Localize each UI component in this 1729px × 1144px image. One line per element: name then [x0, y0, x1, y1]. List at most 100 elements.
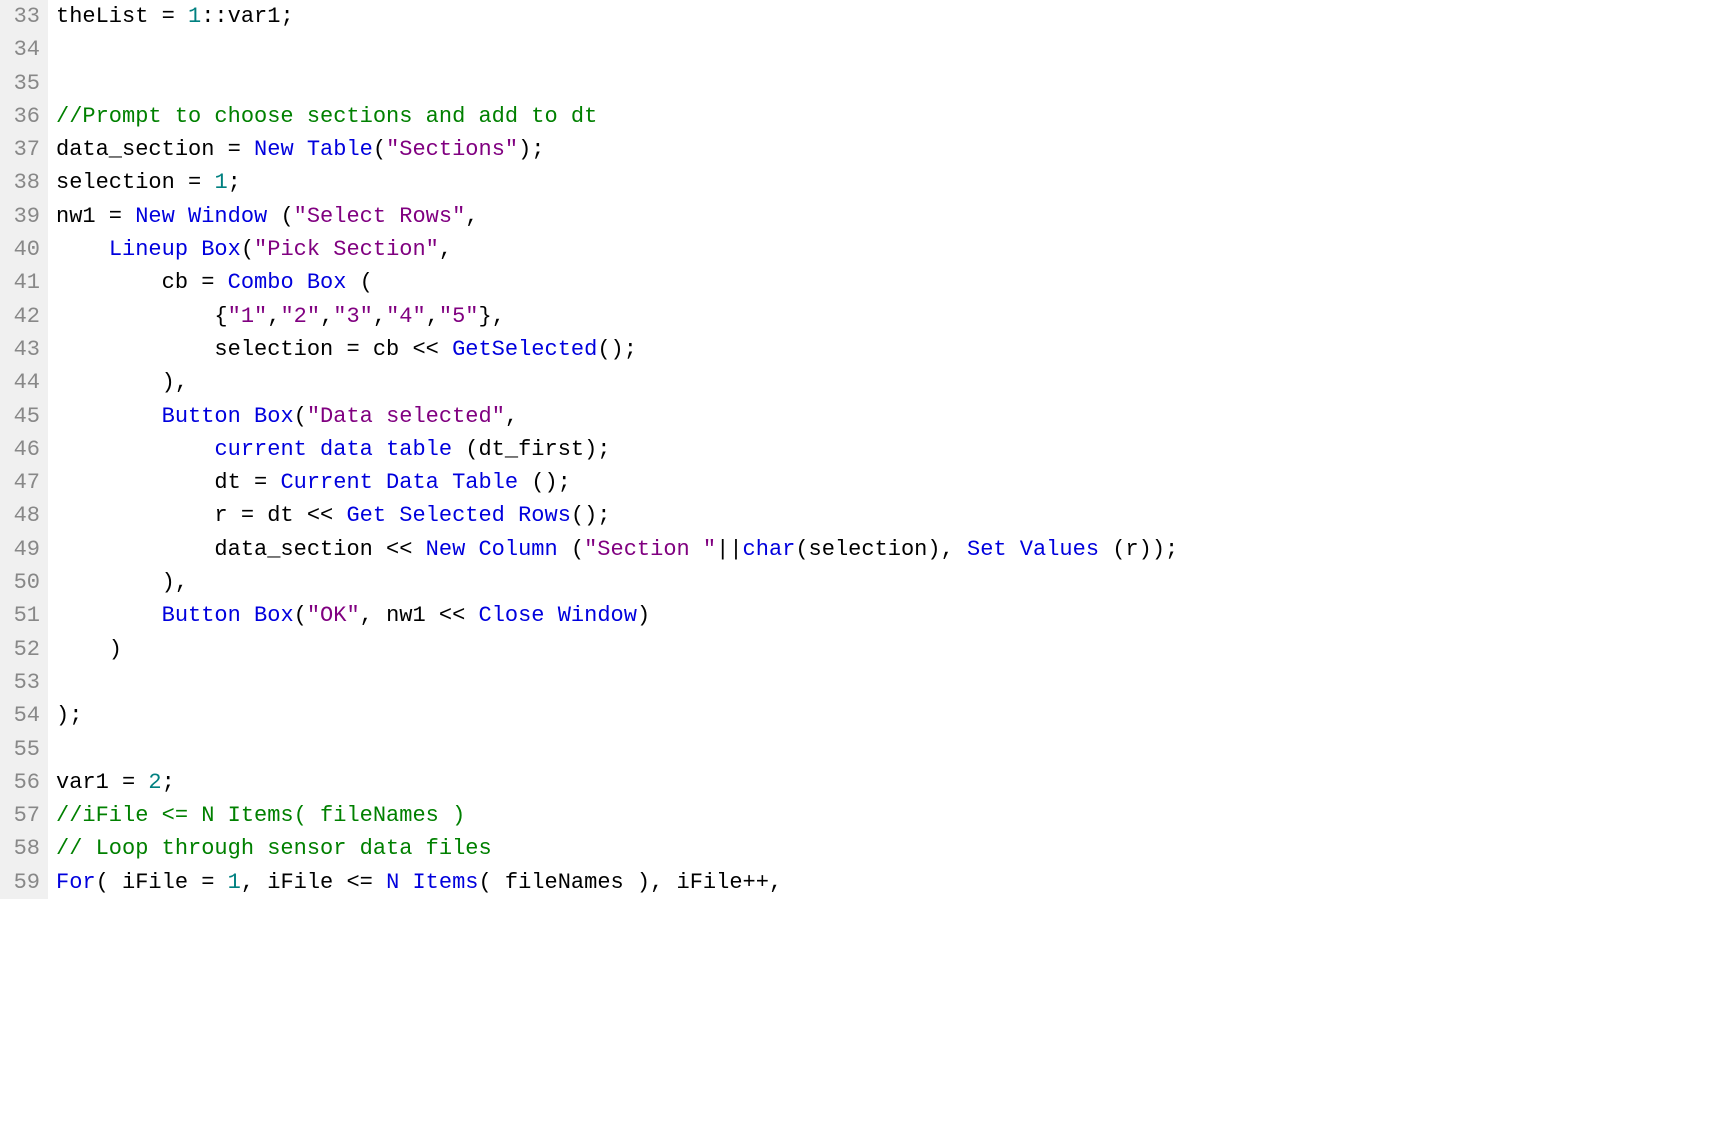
code-token: , iFile <=	[241, 870, 386, 895]
line-number: 57	[4, 799, 40, 832]
code-token: ),	[56, 370, 188, 395]
code-token: selection = cb <<	[56, 337, 452, 362]
code-token: 1	[188, 4, 201, 29]
code-line: r = dt << Get Selected Rows();	[56, 499, 1729, 532]
code-token: New Column	[426, 537, 558, 562]
code-token: Get Selected Rows	[346, 503, 570, 528]
code-token: (	[373, 137, 386, 162]
code-token	[56, 237, 109, 262]
code-token: ),	[56, 570, 188, 595]
code-token: ;	[162, 770, 175, 795]
code-token: (	[346, 270, 372, 295]
code-token: "Pick Section"	[254, 237, 439, 262]
code-line: ),	[56, 566, 1729, 599]
code-token: "Sections"	[386, 137, 518, 162]
code-token: },	[479, 304, 505, 329]
code-token: ( iFile =	[96, 870, 228, 895]
code-line: //Prompt to choose sections and add to d…	[56, 100, 1729, 133]
code-line: cb = Combo Box (	[56, 266, 1729, 299]
code-token: ( fileNames ), iFile++,	[479, 870, 783, 895]
code-token: ;	[228, 170, 241, 195]
code-token: data_section =	[56, 137, 254, 162]
code-token: , nw1 <<	[360, 603, 479, 628]
code-token: ();	[518, 470, 571, 495]
code-token: (	[267, 204, 293, 229]
code-token: "1"	[228, 304, 268, 329]
line-number: 33	[4, 0, 40, 33]
line-number-gutter: 3334353637383940414243444546474849505152…	[0, 0, 48, 899]
code-token: selection =	[56, 170, 214, 195]
code-token: data_section <<	[56, 537, 426, 562]
code-token: {	[56, 304, 228, 329]
code-token: theList =	[56, 4, 188, 29]
code-token: ::var1;	[201, 4, 293, 29]
code-token: var1 =	[56, 770, 148, 795]
code-line: current data table (dt_first);	[56, 433, 1729, 466]
line-number: 48	[4, 499, 40, 532]
line-number: 39	[4, 200, 40, 233]
code-line: // Loop through sensor data files	[56, 832, 1729, 865]
code-line: ),	[56, 366, 1729, 399]
line-number: 46	[4, 433, 40, 466]
code-line: //iFile <= N Items( fileNames )	[56, 799, 1729, 832]
line-number: 49	[4, 533, 40, 566]
code-token	[56, 603, 162, 628]
line-number: 51	[4, 599, 40, 632]
code-line: data_section << New Column ("Section "||…	[56, 533, 1729, 566]
code-token: New Table	[254, 137, 373, 162]
line-number: 38	[4, 166, 40, 199]
code-token: r = dt <<	[56, 503, 346, 528]
code-line	[56, 666, 1729, 699]
line-number: 59	[4, 866, 40, 899]
code-line: data_section = New Table("Sections");	[56, 133, 1729, 166]
code-token: Close Window	[479, 603, 637, 628]
line-number: 41	[4, 266, 40, 299]
code-token: current data table	[214, 437, 452, 462]
line-number: 53	[4, 666, 40, 699]
code-token: (	[558, 537, 584, 562]
code-token: "Section "	[584, 537, 716, 562]
code-token: (r));	[1099, 537, 1178, 562]
code-token: New Window	[135, 204, 267, 229]
line-number: 54	[4, 699, 40, 732]
line-number: 47	[4, 466, 40, 499]
code-token: GetSelected	[452, 337, 597, 362]
code-line: )	[56, 633, 1729, 666]
code-token: (	[241, 237, 254, 262]
code-token	[56, 437, 214, 462]
code-token: //iFile <= N Items( fileNames )	[56, 803, 465, 828]
code-token: ||	[716, 537, 742, 562]
code-token: ,	[320, 304, 333, 329]
code-line: For( iFile = 1, iFile <= N Items( fileNa…	[56, 866, 1729, 899]
code-token: Button Box	[162, 603, 294, 628]
code-line: Lineup Box("Pick Section",	[56, 233, 1729, 266]
code-line	[56, 733, 1729, 766]
code-token: ();	[597, 337, 637, 362]
code-token	[56, 404, 162, 429]
code-token: )	[637, 603, 650, 628]
code-token: (selection),	[795, 537, 967, 562]
line-number: 37	[4, 133, 40, 166]
code-token: (	[294, 404, 307, 429]
line-number: 42	[4, 300, 40, 333]
line-number: 55	[4, 733, 40, 766]
code-token: Current Data Table	[280, 470, 518, 495]
line-number: 45	[4, 400, 40, 433]
code-line: {"1","2","3","4","5"},	[56, 300, 1729, 333]
line-number: 44	[4, 366, 40, 399]
code-token: Button Box	[162, 404, 294, 429]
code-line: Button Box("OK", nw1 << Close Window)	[56, 599, 1729, 632]
line-number: 35	[4, 67, 40, 100]
code-token: "Data selected"	[307, 404, 505, 429]
code-line: dt = Current Data Table ();	[56, 466, 1729, 499]
line-number: 56	[4, 766, 40, 799]
line-number: 36	[4, 100, 40, 133]
code-token: );	[56, 703, 82, 728]
code-token: 2	[148, 770, 161, 795]
code-line: nw1 = New Window ("Select Rows",	[56, 200, 1729, 233]
code-token: N Items	[386, 870, 478, 895]
code-token: (dt_first);	[452, 437, 610, 462]
line-number: 43	[4, 333, 40, 366]
code-token: (	[294, 603, 307, 628]
code-token: );	[518, 137, 544, 162]
